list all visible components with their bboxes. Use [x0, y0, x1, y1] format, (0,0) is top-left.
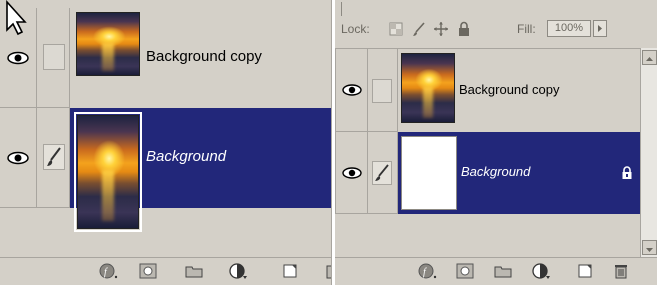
layers-panel-left: Background copy Background f: [0, 0, 332, 285]
visibility-toggle[interactable]: [0, 108, 37, 208]
layer-style-icon[interactable]: f: [98, 262, 118, 280]
brush-icon: [47, 147, 61, 166]
layer-row-background-controls: [0, 108, 70, 208]
eye-icon: [7, 51, 29, 64]
scroll-down-button[interactable]: [642, 240, 657, 255]
eye-icon: [341, 166, 362, 179]
fill-dropdown-button[interactable]: [593, 20, 607, 37]
layer-row-background-copy[interactable]: Background copy: [0, 8, 331, 108]
layer-name: Background: [146, 148, 227, 165]
delete-icon[interactable]: [611, 262, 631, 280]
lock-bar: Lock: Fill: 100%: [335, 0, 657, 44]
lock-icon: [622, 166, 632, 179]
link-toggle[interactable]: [37, 108, 70, 208]
layer-row-background-controls: [335, 132, 398, 214]
lock-label: Lock:: [341, 22, 370, 36]
chevron-down-icon: [646, 248, 653, 252]
chevron-right-icon: [598, 25, 602, 32]
layers-scrollbar[interactable]: [640, 48, 657, 257]
lock-position-icon[interactable]: [433, 21, 449, 37]
link-toggle[interactable]: [368, 49, 398, 132]
folder-icon[interactable]: [184, 262, 204, 280]
new-layer-icon[interactable]: [575, 262, 595, 280]
layer-name: Background copy: [459, 82, 560, 97]
white-mask-thumbnail: [401, 136, 457, 210]
adjustment-layer-icon[interactable]: [531, 262, 551, 280]
layers-toolbar: f: [335, 257, 657, 285]
lock-all-icon[interactable]: [457, 21, 471, 37]
visibility-toggle[interactable]: [335, 49, 368, 132]
lock-transparent-pixels-icon[interactable]: [389, 22, 403, 36]
layers-toolbar: f: [0, 257, 331, 285]
brush-icon: [375, 164, 389, 181]
new-layer-icon[interactable]: [280, 262, 300, 280]
lock-image-pixels-icon[interactable]: [411, 21, 427, 37]
adjustment-layer-icon[interactable]: [228, 262, 248, 280]
visibility-toggle[interactable]: [335, 132, 368, 214]
chevron-up-icon: [646, 57, 653, 61]
eye-icon: [341, 84, 362, 96]
fill-label: Fill:: [517, 22, 536, 36]
layer-name: Background: [461, 164, 531, 179]
layer-row-background-copy[interactable]: Background copy: [335, 48, 640, 132]
fill-input[interactable]: 100%: [547, 20, 591, 37]
link-toggle[interactable]: [368, 132, 398, 214]
scroll-up-button[interactable]: [642, 50, 657, 65]
layer-style-icon[interactable]: f: [417, 262, 437, 280]
link-toggle[interactable]: [37, 8, 70, 108]
folder-icon[interactable]: [493, 262, 513, 280]
mask-icon[interactable]: [455, 262, 475, 280]
layer-name: Background copy: [146, 48, 262, 65]
layer-thumbnail: [76, 12, 140, 76]
visibility-toggle[interactable]: [0, 8, 37, 108]
layer-thumbnail: [77, 115, 139, 229]
eye-icon: [7, 151, 29, 164]
layer-thumbnail: [401, 53, 455, 123]
mask-icon[interactable]: [138, 262, 158, 280]
delete-icon[interactable]: [322, 262, 332, 280]
layers-panel-right: Lock: Fill: 100% Background copy Backgro…: [335, 0, 657, 285]
